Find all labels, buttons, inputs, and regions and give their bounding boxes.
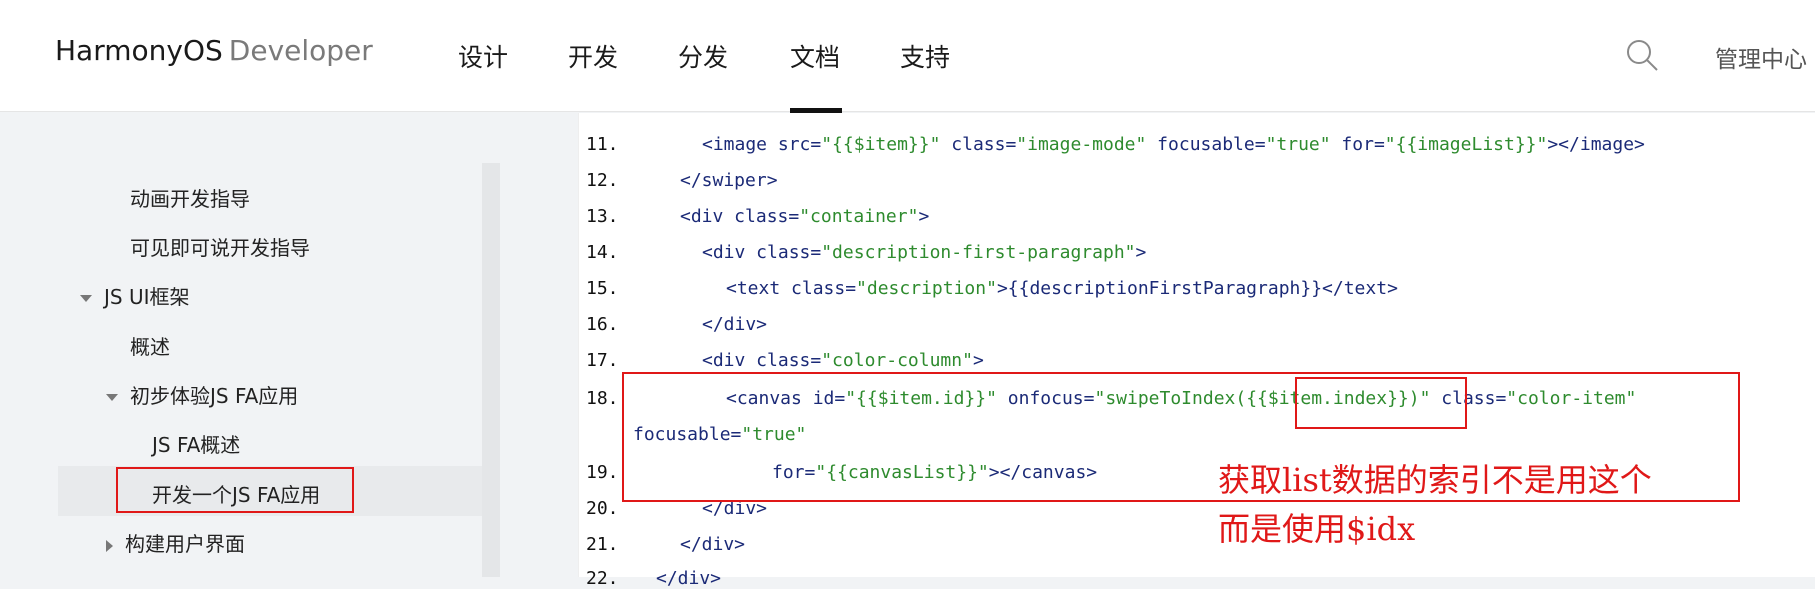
line-number: 19. [586, 462, 619, 483]
sidebar-item-js-ui-framework[interactable]: JS UI框架 [80, 281, 190, 310]
sidebar-item-first-js-fa[interactable]: 初步体验JS FA应用 [106, 380, 298, 409]
line-number: 13. [586, 206, 619, 227]
sidebar-item-animation-guide[interactable]: 动画开发指导 [130, 183, 250, 212]
code-line-17: <div class="color-column"> [702, 350, 984, 371]
line-number: 21. [586, 534, 619, 555]
sidebar-scrollbar[interactable] [482, 163, 500, 577]
nav-item-docs[interactable]: 文档 [790, 38, 840, 74]
code-line-13: <div class="container"> [680, 206, 930, 227]
highlight-box-item-index [1295, 377, 1467, 429]
line-number: 12. [586, 170, 619, 191]
brand-sub-text: Developer [228, 34, 373, 67]
line-number: 15. [586, 278, 619, 299]
sidebar-item-label: JS UI框架 [104, 285, 190, 309]
code-line-14: <div class="description-first-paragraph"… [702, 242, 1147, 263]
highlight-box-sidebar [116, 467, 354, 513]
code-line-15: <text class="description">{{descriptionF… [726, 278, 1398, 299]
code-line-22: </div> [656, 568, 722, 589]
sidebar-item-build-ui[interactable]: 构建用户界面 [106, 528, 245, 557]
line-number: 14. [586, 242, 619, 263]
sidebar-item-voice-guide[interactable]: 可见即可说开发指导 [130, 232, 310, 261]
search-icon[interactable] [1625, 38, 1659, 72]
annotation-line-1: 获取list数据的索引不是用这个 [1218, 461, 1652, 499]
admin-center-link[interactable]: 管理中心 [1715, 40, 1807, 74]
line-number: 20. [586, 498, 619, 519]
sidebar-item-overview[interactable]: 概述 [130, 331, 170, 360]
nav-item-develop[interactable]: 开发 [568, 38, 618, 74]
brand-main-text: HarmonyOS [55, 34, 223, 67]
annotation-line-2: 而是使用$idx [1218, 510, 1416, 548]
sidebar-item-label: 构建用户界面 [125, 532, 245, 556]
brand-logo[interactable]: HarmonyOS Developer [55, 34, 373, 67]
line-number: 16. [586, 314, 619, 335]
line-number: 11. [586, 134, 619, 155]
line-number: 17. [586, 350, 619, 371]
sidebar-item-js-fa-overview[interactable]: JS FA概述 [152, 429, 240, 458]
line-number: 18. [586, 388, 619, 409]
code-line-21: </div> [680, 534, 746, 555]
sidebar-item-label: 初步体验JS FA应用 [130, 384, 299, 408]
top-navigation-bar: HarmonyOS Developer 设计 开发 分发 文档 支持 管理中心 [0, 0, 1815, 113]
code-line-11: <image src="{{$item}}" class="image-mode… [702, 134, 1645, 155]
code-line-16: </div> [702, 314, 768, 335]
nav-item-support[interactable]: 支持 [900, 38, 950, 74]
nav-item-design[interactable]: 设计 [458, 38, 508, 74]
chevron-down-icon[interactable] [80, 295, 92, 302]
nav-item-distribute[interactable]: 分发 [678, 38, 728, 74]
chevron-right-icon[interactable] [106, 539, 113, 552]
line-number: 22. [586, 568, 619, 589]
code-line-12: </swiper> [680, 170, 778, 191]
chevron-down-icon[interactable] [106, 394, 118, 401]
